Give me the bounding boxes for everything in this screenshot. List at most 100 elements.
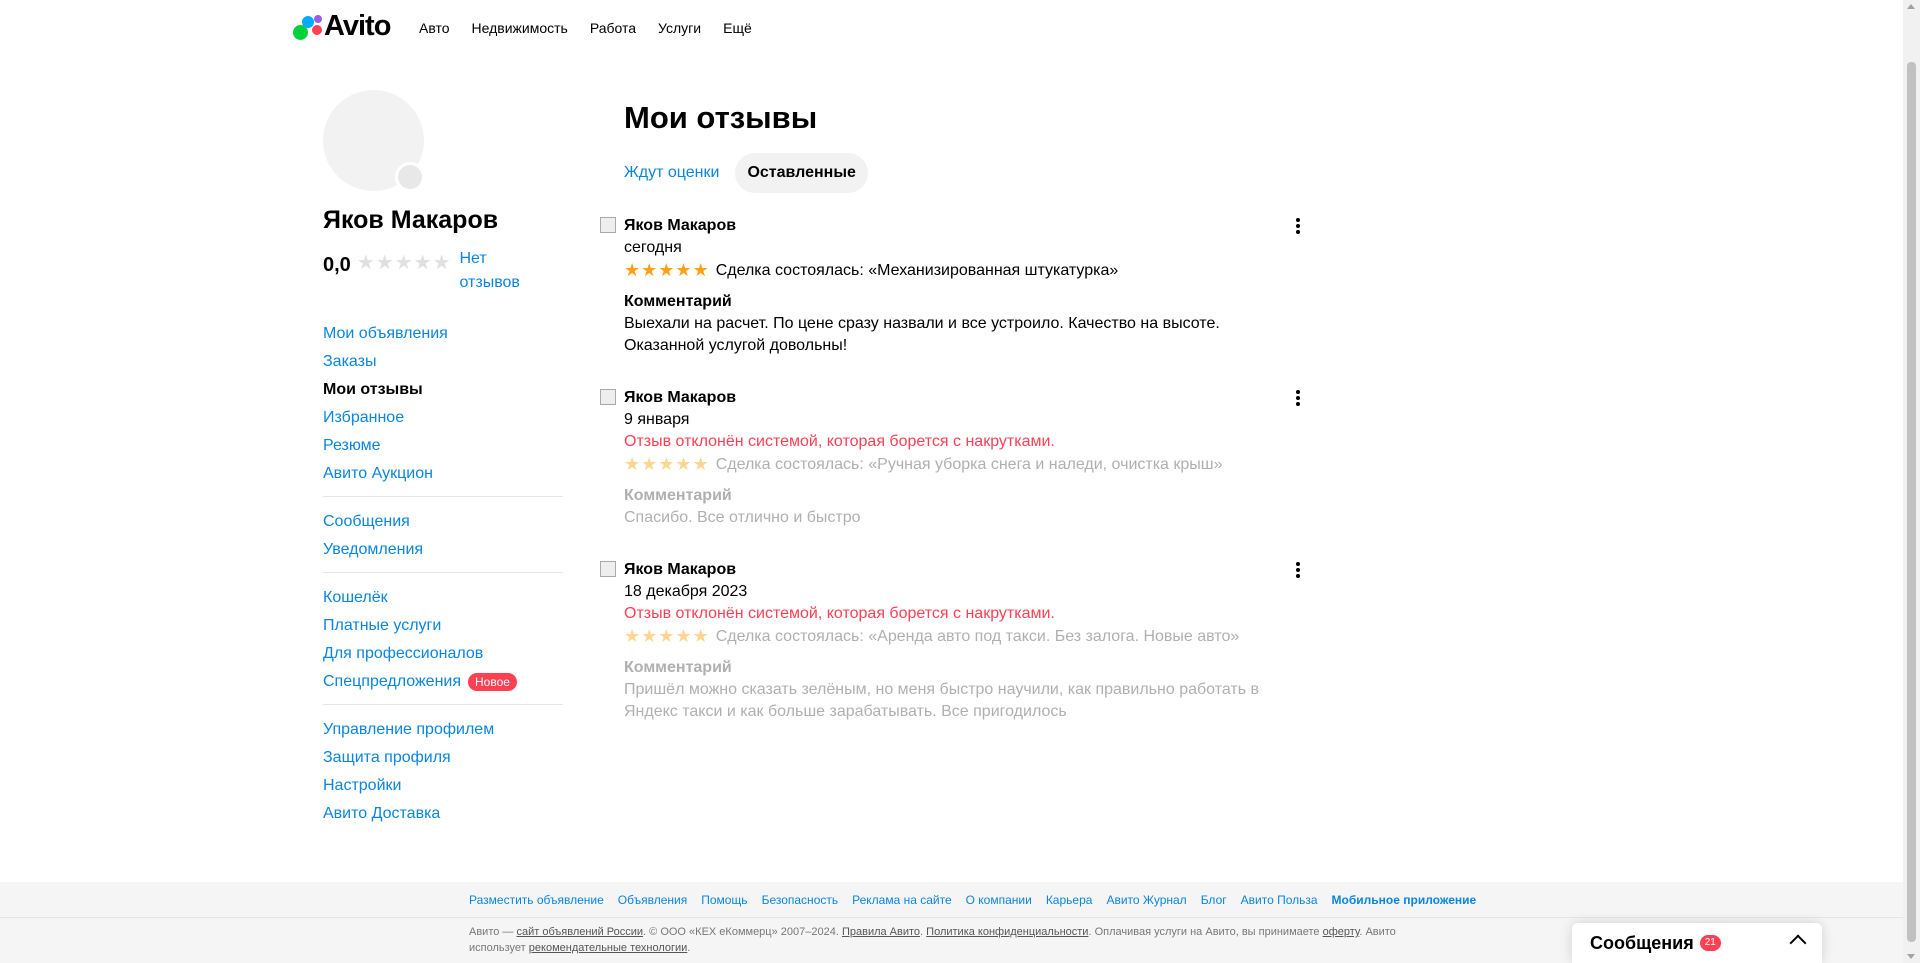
footer-link-security[interactable]: Безопасность <box>762 893 839 907</box>
sidebar-item-resume[interactable]: Резюме <box>323 432 563 460</box>
review-rejected-notice: Отзыв отклонён системой, которая борется… <box>624 605 1055 622</box>
footer-link-ads[interactable]: Объявления <box>618 893 687 907</box>
review-author: Яков Макаров <box>624 217 737 234</box>
sidebar-item-paid-services[interactable]: Платные услуги <box>323 612 563 640</box>
scroll-thumb[interactable] <box>1907 62 1916 942</box>
no-reviews-link[interactable]: Нет отзывов <box>460 247 540 295</box>
review-date: 18 декабря 2023 <box>624 583 748 600</box>
menu-group-settings: Управление профилем Защита профиля Настр… <box>323 704 563 836</box>
sidebar-item-my-reviews[interactable]: Мои отзывы <box>323 376 563 404</box>
review-stars: ★★★★★ <box>624 625 710 649</box>
tab-left[interactable]: Оставленные <box>735 153 868 193</box>
footer-link-journal[interactable]: Авито Журнал <box>1106 893 1186 907</box>
star-icon: ★ <box>432 252 451 274</box>
footer-link-blog[interactable]: Блог <box>1201 893 1227 907</box>
comment-label: Комментарий <box>624 293 732 310</box>
sidebar-item-favorites[interactable]: Избранное <box>323 404 563 432</box>
star-icon: ★ <box>624 260 641 280</box>
star-icon: ★ <box>624 454 641 474</box>
comment-label: Комментарий <box>624 659 732 676</box>
review-deal-row: ★★★★★ Сделка состоялась: «Ручная уборка … <box>624 453 1320 477</box>
review-deal: Сделка состоялась: «Механизированная шту… <box>715 262 1119 279</box>
review-tabs: Ждут оценки Оставленные <box>624 153 1320 193</box>
star-icon: ★ <box>692 454 709 474</box>
tab-awaiting[interactable]: Ждут оценки <box>612 153 731 193</box>
review-deal-row: ★★★★★ Сделка состоялась: «Механизированн… <box>624 259 1320 283</box>
footer-links-bar: Разместить объявление Объявления Помощь … <box>0 882 1904 918</box>
nav-item-more[interactable]: Ещё <box>723 20 752 36</box>
comment-text: Пришёл можно сказать зелёным, но меня бы… <box>624 681 1260 720</box>
sidebar-item-wallet[interactable]: Кошелёк <box>323 584 563 612</box>
profile-sidebar: Яков Макаров 0,0 ★ ★ ★ ★ ★ Нет отзывов Мои о… <box>323 90 563 836</box>
legal-text: Авито — <box>469 926 517 938</box>
sidebar-item-profile-management[interactable]: Управление профилем <box>323 716 563 744</box>
more-options-icon[interactable] <box>1296 562 1300 578</box>
nav-item-auto[interactable]: Авто <box>419 20 450 36</box>
profile-name: Яков Макаров <box>323 206 499 234</box>
footer-link-mobile-app[interactable]: Мобильное приложение <box>1332 893 1477 907</box>
comment-text: Выехали на расчет. По цене сразу назвали… <box>624 315 1220 354</box>
review-card: Яков Макаров 9 января Отзыв отклонён сис… <box>600 387 1320 529</box>
header: Avito Авто Недвижимость Работа Услуги Ещ… <box>0 0 1904 58</box>
sidebar-item-label: Спецпредложения <box>323 673 461 690</box>
star-icon: ★ <box>624 626 641 646</box>
avito-logo[interactable]: Avito <box>293 10 391 43</box>
sidebar-item-profile-protection[interactable]: Защита профиля <box>323 744 563 772</box>
sidebar-item-messages[interactable]: Сообщения <box>323 508 563 536</box>
sidebar-item-special-offers[interactable]: Спецпредложения Новое <box>323 668 563 696</box>
scroll-up-icon[interactable] <box>1907 4 1915 9</box>
more-options-icon[interactable] <box>1296 218 1300 234</box>
messages-count-badge: 21 <box>1699 935 1721 951</box>
legal-text: . Оплачивая услуги на Авито, вы принимае… <box>1088 926 1323 938</box>
legal-link-classifieds[interactable]: сайт объявлений России <box>516 926 643 938</box>
sidebar-item-orders[interactable]: Заказы <box>323 348 563 376</box>
sidebar-item-auction[interactable]: Авито Аукцион <box>323 460 563 488</box>
sidebar-item-for-pros[interactable]: Для профессионалов <box>323 640 563 668</box>
nav-item-jobs[interactable]: Работа <box>590 20 636 36</box>
sidebar-item-settings[interactable]: Настройки <box>323 772 563 800</box>
footer-link-career[interactable]: Карьера <box>1046 893 1093 907</box>
footer-link-advertising[interactable]: Реклама на сайте <box>852 893 952 907</box>
footer-links: Разместить объявление Объявления Помощь … <box>469 893 1476 907</box>
nav-item-services[interactable]: Услуги <box>658 20 701 36</box>
star-icon: ★ <box>658 454 675 474</box>
review-deal-row: ★★★★★ Сделка состоялась: «Аренда авто по… <box>624 625 1320 649</box>
avatar[interactable] <box>323 90 425 192</box>
legal-link-recommendations[interactable]: рекомендательные технологии <box>529 942 688 954</box>
legal-link-offer[interactable]: оферту <box>1323 926 1360 938</box>
review-date: 9 января <box>624 411 690 428</box>
legal-link-privacy[interactable]: Политика конфиденциальности <box>926 926 1088 938</box>
more-options-icon[interactable] <box>1296 390 1300 406</box>
logo-text: Avito <box>324 10 391 42</box>
star-icon: ★ <box>675 454 692 474</box>
comment-text: Спасибо. Все отлично и быстро <box>624 509 861 526</box>
star-icon: ★ <box>641 260 658 280</box>
scroll-down-icon[interactable] <box>1907 954 1915 959</box>
top-nav: Авто Недвижимость Работа Услуги Ещё <box>419 20 752 36</box>
footer-link-help[interactable]: Помощь <box>701 893 747 907</box>
star-icon: ★ <box>692 260 709 280</box>
star-icon: ★ <box>658 260 675 280</box>
menu-group-main: Мои объявления Заказы Мои отзывы Избранн… <box>323 309 563 496</box>
star-icon: ★ <box>675 260 692 280</box>
sidebar-item-my-ads[interactable]: Мои объявления <box>323 320 563 348</box>
star-icon: ★ <box>394 252 413 274</box>
sidebar-item-delivery[interactable]: Авито Доставка <box>323 800 563 828</box>
review-author: Яков Макаров <box>624 561 737 578</box>
review-date: сегодня <box>624 239 682 256</box>
nav-item-realty[interactable]: Недвижимость <box>472 20 568 36</box>
page-scrollbar[interactable] <box>1903 0 1920 963</box>
menu-group-finance: Кошелёк Платные услуги Для профессионало… <box>323 572 563 704</box>
rating-value: 0,0 <box>323 254 351 276</box>
sidebar-item-notifications[interactable]: Уведомления <box>323 536 563 564</box>
footer-link-avito-benefit[interactable]: Авито Польза <box>1241 893 1318 907</box>
chevron-up-icon[interactable] <box>1789 934 1807 952</box>
footer-link-about[interactable]: О компании <box>966 893 1032 907</box>
avatar-edit-badge[interactable] <box>395 162 425 192</box>
footer-link-post-ad[interactable]: Разместить объявление <box>469 893 604 907</box>
legal-link-rules[interactable]: Правила Авито <box>842 926 920 938</box>
main-content: Мои отзывы Ждут оценки Оставленные Яков … <box>600 100 1320 723</box>
rating-row: 0,0 ★ ★ ★ ★ ★ Нет отзывов <box>323 247 563 295</box>
star-icon: ★ <box>692 626 709 646</box>
messages-widget[interactable]: Сообщения 21 <box>1572 923 1822 963</box>
